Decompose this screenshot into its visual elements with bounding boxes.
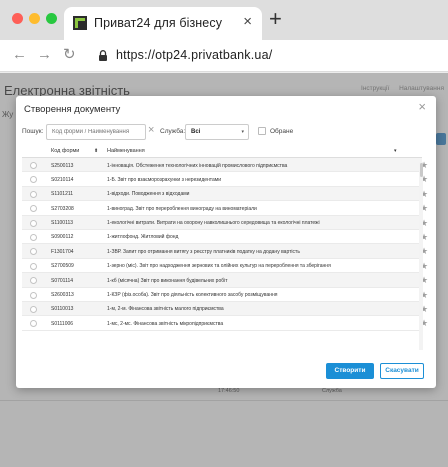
address-bar: ← → ↻ https://otp24.privatbank.ua/ bbox=[0, 40, 448, 72]
row-radio[interactable] bbox=[30, 248, 37, 256]
back-arrow-icon[interactable]: ← bbox=[12, 46, 27, 64]
form-name: 1-мс, 2-мс. Фінансова звітність мікропід… bbox=[107, 320, 224, 327]
form-name: 1-житлофонд. Житловий фонд bbox=[107, 234, 179, 241]
table-row[interactable]: S0111006 1-мс, 2-мс. Фінансова звітність… bbox=[22, 316, 428, 331]
row-radio[interactable] bbox=[30, 277, 37, 285]
browser-tab[interactable]: Приват24 для бізнесу × bbox=[64, 7, 262, 40]
dialog-close-icon[interactable]: × bbox=[418, 99, 426, 114]
table-header: Код форми ⬍ Найменування ▾ bbox=[22, 144, 422, 158]
create-document-dialog: Створення документу × Пошук: × Служба: В… bbox=[16, 96, 436, 388]
search-input[interactable] bbox=[46, 124, 146, 140]
table-scrollbar[interactable] bbox=[419, 162, 423, 350]
window-minimize-button[interactable] bbox=[29, 13, 40, 24]
url-field[interactable]: https://otp24.privatbank.ua/ bbox=[116, 48, 272, 62]
form-name: 1-м, 2-м. Фінансова звітність малого під… bbox=[107, 306, 224, 313]
lock-icon bbox=[99, 50, 107, 61]
chevron-down-icon: ▾ bbox=[241, 129, 244, 135]
search-label: Пошук: bbox=[22, 128, 44, 135]
form-name: 1-Б. Звіт про взаєморозрахунки з нерезид… bbox=[107, 176, 222, 183]
form-name: 1-кб (місячна) Звіт про виконання будіве… bbox=[107, 277, 228, 284]
window-close-button[interactable] bbox=[12, 13, 23, 24]
form-code: S2500113 bbox=[51, 162, 74, 169]
table-row[interactable]: S1100113 1-екологічні витрати. Витрати н… bbox=[22, 215, 428, 230]
row-radio[interactable] bbox=[30, 262, 37, 270]
row-radio[interactable] bbox=[30, 176, 37, 184]
row-radio[interactable] bbox=[30, 190, 37, 198]
table-row[interactable]: S2700509 1-зерно (міс). Звіт про надходж… bbox=[22, 259, 428, 274]
form-code: S0900112 bbox=[51, 234, 74, 241]
service-label: Служба: bbox=[160, 128, 186, 135]
table-row[interactable]: S2500113 1-інновація. Обстеження техноло… bbox=[22, 158, 428, 173]
new-tab-button[interactable]: + bbox=[269, 8, 282, 30]
form-code: S0110013 bbox=[51, 306, 74, 313]
form-name: 1-зерно (міс). Звіт про надходження зерн… bbox=[107, 263, 331, 270]
form-name: 1-інновація. Обстеження технологічних ін… bbox=[107, 162, 288, 169]
create-button[interactable]: Створити bbox=[326, 363, 374, 379]
column-header-code[interactable]: Код форми bbox=[51, 148, 79, 154]
form-name: 1-екологічні витрати. Витрати на охорону… bbox=[107, 220, 320, 227]
scrollbar-thumb[interactable] bbox=[420, 163, 423, 177]
form-name: 1-ЗВР. Запит про отримання витягу з реєс… bbox=[107, 248, 300, 255]
form-code: S0111006 bbox=[51, 320, 74, 327]
service-select[interactable]: Всі ▾ bbox=[185, 124, 249, 140]
form-code: S1101211 bbox=[51, 191, 74, 198]
clear-search-icon[interactable]: × bbox=[148, 124, 154, 136]
favorites-label: Обране bbox=[270, 128, 294, 135]
form-code: S2600313 bbox=[51, 292, 74, 299]
forward-arrow-icon[interactable]: → bbox=[37, 46, 52, 64]
form-name: 1-виноград. Звіт про перероблення виногр… bbox=[107, 205, 257, 212]
table-row[interactable]: S0900112 1-житлофонд. Житловий фонд ★ bbox=[22, 230, 428, 245]
service-select-value: Всі bbox=[191, 129, 201, 135]
tab-close-icon[interactable]: × bbox=[243, 13, 252, 30]
table-row[interactable]: S2703208 1-виноград. Звіт про перероблен… bbox=[22, 201, 428, 216]
form-code: S1100113 bbox=[51, 220, 74, 227]
form-code: S0701114 bbox=[51, 277, 74, 284]
privat24-favicon-icon bbox=[73, 16, 87, 30]
tab-title: Приват24 для бізнесу bbox=[94, 16, 223, 30]
table-row[interactable]: S0210114 1-Б. Звіт про взаєморозрахунки … bbox=[22, 172, 428, 187]
cancel-button[interactable]: Скасувати bbox=[380, 363, 424, 379]
form-code: S2703208 bbox=[51, 205, 74, 212]
table-row[interactable]: S0701114 1-кб (місячна) Звіт про виконан… bbox=[22, 273, 428, 288]
forms-table: Код форми ⬍ Найменування ▾ S2500113 1-ін… bbox=[22, 144, 428, 331]
row-radio[interactable] bbox=[30, 233, 37, 241]
form-code: F1301704 bbox=[51, 248, 74, 255]
filter-bar: Пошук: × Служба: Всі ▾ Обране bbox=[22, 124, 422, 140]
row-radio[interactable] bbox=[30, 305, 37, 313]
table-row[interactable]: S1101211 1-відходи. Поводження з відхода… bbox=[22, 186, 428, 202]
favorites-checkbox[interactable] bbox=[258, 127, 266, 135]
column-header-name[interactable]: Найменування bbox=[107, 148, 145, 154]
row-radio[interactable] bbox=[30, 162, 37, 169]
table-row[interactable]: F1301704 1-ЗВР. Запит про отримання витя… bbox=[22, 244, 428, 259]
form-code: S0210114 bbox=[51, 176, 74, 183]
row-radio[interactable] bbox=[30, 205, 37, 213]
table-row[interactable]: S2600313 1-КЗР (фіз.особа). Звіт про дія… bbox=[22, 288, 428, 302]
dialog-title: Створення документу bbox=[24, 104, 121, 115]
row-radio[interactable] bbox=[30, 219, 37, 227]
chevron-down-icon[interactable]: ▾ bbox=[394, 148, 397, 154]
sort-icon[interactable]: ⬍ bbox=[94, 148, 98, 154]
row-radio[interactable] bbox=[30, 320, 37, 328]
window-maximize-button[interactable] bbox=[46, 13, 57, 24]
reload-icon[interactable]: ↻ bbox=[63, 46, 76, 64]
form-name: 1-КЗР (фіз.особа). Звіт про діяльність к… bbox=[107, 292, 278, 299]
table-row[interactable]: S0110013 1-м, 2-м. Фінансова звітність м… bbox=[22, 301, 428, 317]
form-code: S2700509 bbox=[51, 263, 74, 270]
form-name: 1-відходи. Поводження з відходами bbox=[107, 191, 190, 198]
browser-tab-bar: Приват24 для бізнесу × + bbox=[0, 0, 448, 40]
row-radio[interactable] bbox=[30, 291, 37, 299]
